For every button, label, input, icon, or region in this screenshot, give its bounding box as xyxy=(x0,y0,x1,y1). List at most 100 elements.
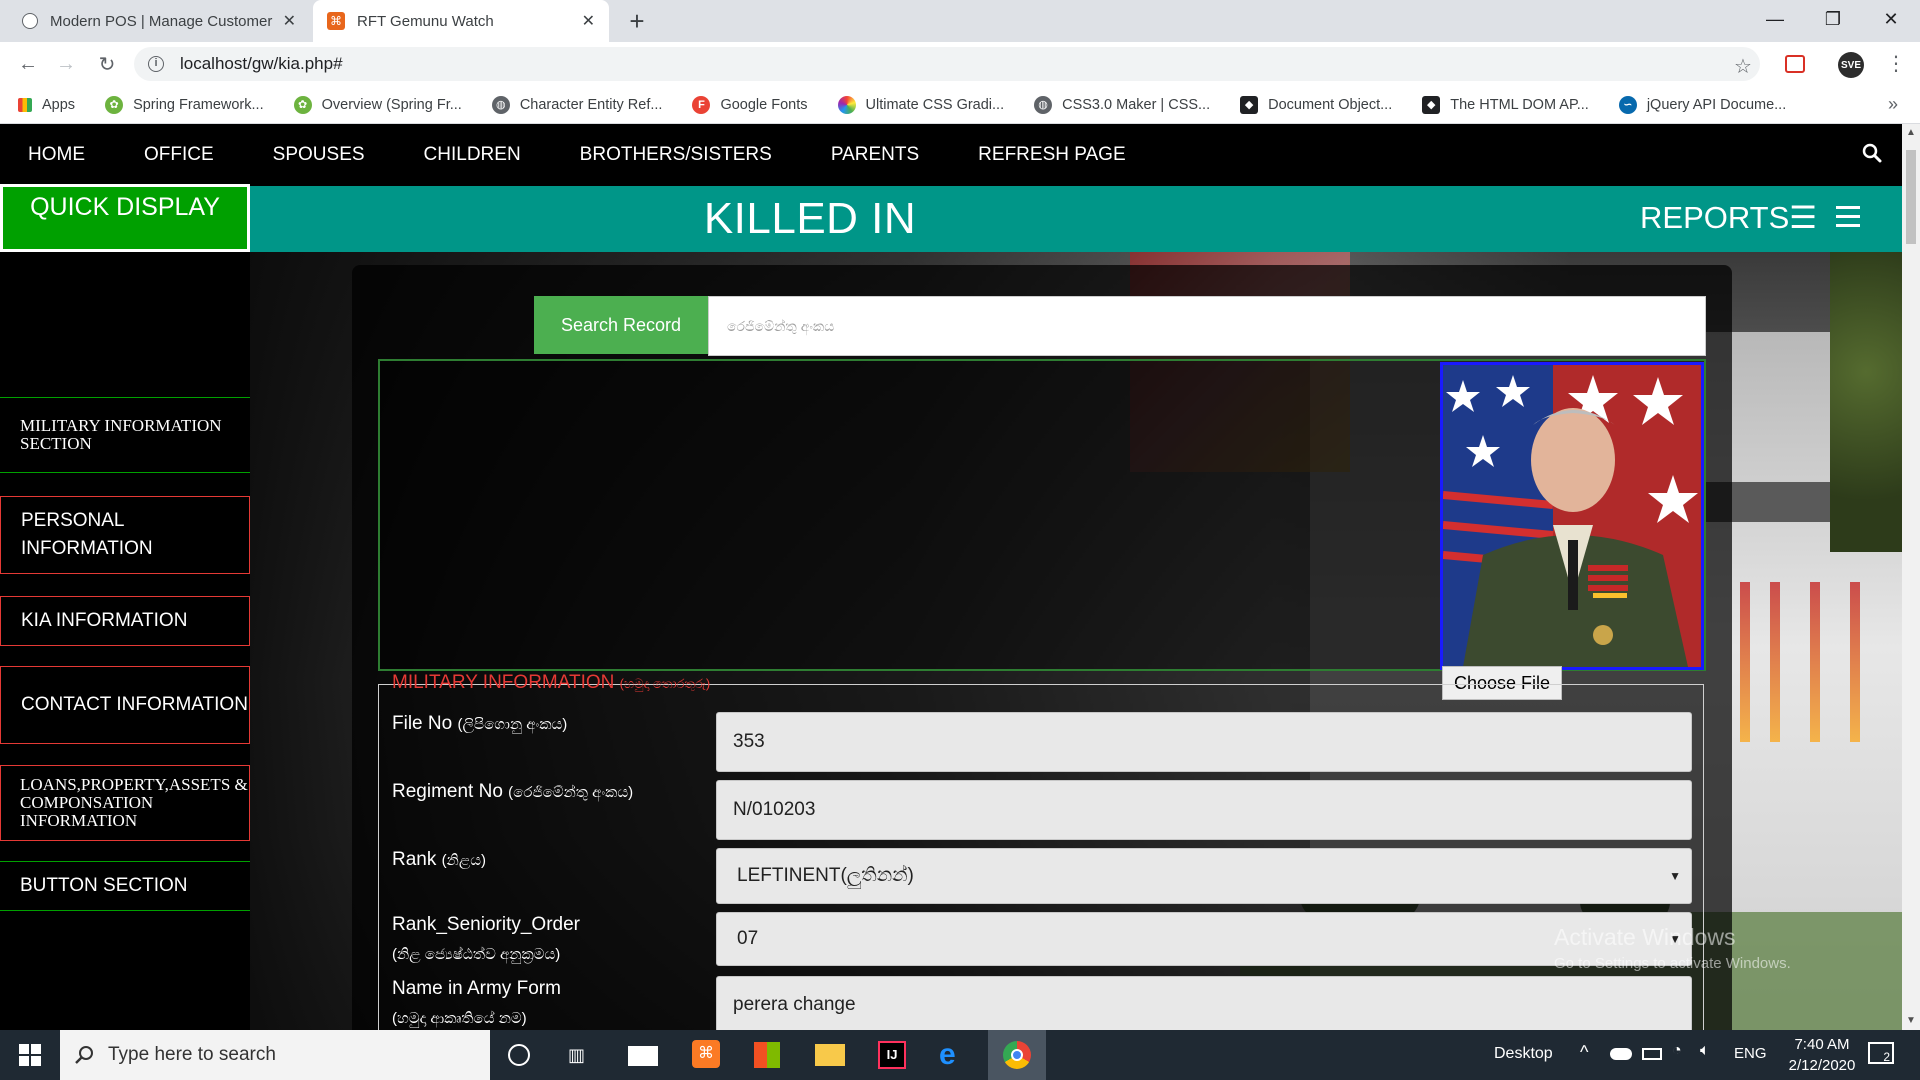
bookmark-item[interactable]: Ultimate CSS Gradi... xyxy=(837,95,1004,114)
restore-button[interactable]: ❐ xyxy=(1804,0,1862,38)
file-no-label: File No (ලිපිගොනු අංකය) xyxy=(392,710,567,739)
taskbar-search-box[interactable]: Type here to search xyxy=(60,1030,490,1080)
back-arrow-icon[interactable]: ← xyxy=(14,50,42,78)
forward-arrow-icon[interactable]: → xyxy=(52,50,80,78)
notification-center-icon[interactable]: 2 xyxy=(1868,1042,1894,1064)
sidebar-item-kia-info[interactable]: KIA INFORMATION xyxy=(0,596,250,646)
bookmark-item[interactable]: ✿ Overview (Spring Fr... xyxy=(293,95,462,114)
tab-rft-gemunu[interactable]: ⌘ RFT Gemunu Watch ✕ xyxy=(313,0,609,42)
reports-menu-button[interactable]: REPORTS☰ xyxy=(1640,200,1817,236)
browser-tabstrip: Modern POS | Manage Customer ✕ ⌘ RFT Gem… xyxy=(0,0,1920,42)
windows-start-icon[interactable] xyxy=(0,1030,60,1080)
rank-select[interactable]: LEFTINENT(ලුතිනන්) ▼ xyxy=(716,848,1692,904)
label-text: Name in Army Form xyxy=(392,978,561,999)
jquery-icon: ∽ xyxy=(1618,95,1637,114)
tab-modern-pos[interactable]: Modern POS | Manage Customer ✕ xyxy=(8,0,310,42)
file-no-input[interactable]: 353 xyxy=(716,712,1692,772)
scroll-down-arrow-icon[interactable]: ▼ xyxy=(1902,1012,1920,1030)
volume-icon[interactable]: 🔈︎ xyxy=(1700,1042,1710,1060)
spring-icon: ✿ xyxy=(293,95,312,114)
bookmark-item[interactable]: ◆ The HTML DOM AP... xyxy=(1422,95,1589,114)
browser-menu-icon[interactable]: ⋮ xyxy=(1886,52,1906,76)
label-text: Rank_Seniority_Order xyxy=(392,914,580,935)
bookmark-item[interactable]: ◍ CSS3.0 Maker | CSS... xyxy=(1034,95,1210,114)
close-window-button[interactable]: ✕ xyxy=(1862,0,1920,38)
bookmark-item[interactable]: ◍ Character Entity Ref... xyxy=(491,95,662,114)
scroll-up-arrow-icon[interactable]: ▲ xyxy=(1902,124,1920,142)
store-app-icon[interactable] xyxy=(754,1042,780,1068)
site-favicon-icon: ⌘ xyxy=(327,12,345,30)
bookmark-item[interactable]: ◆ Document Object... xyxy=(1240,95,1392,114)
spring-icon: ✿ xyxy=(105,95,124,114)
pocket-extension-icon[interactable] xyxy=(1785,55,1805,73)
globe-icon: ◍ xyxy=(1034,95,1053,114)
web-page: HOME OFFICE SPOUSES CHILDREN BROTHERS/SI… xyxy=(0,124,1902,1030)
nav-parents[interactable]: PARENTS xyxy=(831,144,919,166)
xampp-app-icon[interactable]: ⌘ xyxy=(692,1040,720,1068)
sidebar-item-contact-info[interactable]: CONTACT INFORMATION xyxy=(0,666,250,744)
desktop-toolbar-label[interactable]: Desktop xyxy=(1494,1045,1553,1063)
wifi-icon[interactable]: ◔ xyxy=(1672,1042,1682,1060)
regiment-search-input[interactable]: රෙජිමේන්තු අංකය xyxy=(708,296,1706,356)
profile-avatar[interactable]: SVE xyxy=(1838,52,1864,78)
watermark-subtitle: Go to Settings to activate Windows. xyxy=(1554,955,1791,972)
search-icon[interactable] xyxy=(1862,143,1882,163)
edge-browser-icon[interactable]: e xyxy=(939,1040,956,1070)
taskbar: Type here to search ▥ ⌘ IJ e Desktop ^ ◔… xyxy=(0,1030,1920,1080)
language-indicator[interactable]: ENG xyxy=(1734,1045,1767,1062)
mail-app-icon[interactable] xyxy=(628,1046,658,1066)
url-field[interactable]: i localhost/gw/kia.php# xyxy=(134,47,1760,81)
nav-brothers-sisters[interactable]: BROTHERS/SISTERS xyxy=(580,144,772,166)
close-tab-icon[interactable]: ✕ xyxy=(582,11,595,31)
apps-grid-icon xyxy=(18,97,32,112)
clock-date: 2/12/2020 xyxy=(1788,1057,1856,1074)
search-icon xyxy=(75,1046,93,1064)
bookmark-star-icon[interactable]: ☆ xyxy=(1734,54,1752,79)
reload-icon[interactable]: ↻ xyxy=(93,50,121,78)
bookmark-item[interactable]: Apps xyxy=(18,97,75,113)
page-banner: KILLED IN ACTION REPORTS☰ xyxy=(0,186,1902,293)
search-record-button[interactable]: Search Record xyxy=(534,296,708,354)
onedrive-icon[interactable] xyxy=(1610,1048,1632,1060)
nav-office[interactable]: OFFICE xyxy=(144,144,214,166)
regiment-no-input[interactable]: N/010203 xyxy=(716,780,1692,840)
rank-seniority-select[interactable]: 07 ▼ xyxy=(716,912,1692,966)
top-navigation: HOME OFFICE SPOUSES CHILDREN BROTHERS/SI… xyxy=(0,124,1902,186)
nav-children[interactable]: CHILDREN xyxy=(424,144,521,166)
dom-icon: ◆ xyxy=(1240,95,1259,114)
bookmark-item[interactable]: ∽ jQuery API Docume... xyxy=(1618,95,1786,114)
label-text-sinhala: (නිළ ජ්‍යෙෂ්ඨත්ව අනුක්‍රමය) xyxy=(392,946,561,963)
hamburger-menu-icon[interactable] xyxy=(1836,206,1860,228)
chrome-browser-icon[interactable] xyxy=(988,1030,1046,1080)
globe-icon: ◍ xyxy=(491,95,510,114)
bookmark-item[interactable]: ✿ Spring Framework... xyxy=(105,95,264,114)
bookmarks-overflow-button[interactable]: » xyxy=(1888,94,1898,115)
cortana-icon[interactable] xyxy=(508,1044,530,1066)
chevron-up-icon[interactable]: ^ xyxy=(1580,1042,1588,1063)
bookmark-label: Overview (Spring Fr... xyxy=(321,96,462,113)
scrollbar-thumb[interactable] xyxy=(1906,150,1916,244)
nav-refresh-page[interactable]: REFRESH PAGE xyxy=(978,144,1125,166)
info-icon[interactable]: i xyxy=(148,56,164,72)
battery-icon[interactable] xyxy=(1642,1048,1662,1060)
file-explorer-icon[interactable] xyxy=(815,1044,845,1066)
quick-display-button[interactable]: QUICK DISPLAY xyxy=(0,184,250,252)
nav-spouses[interactable]: SPOUSES xyxy=(273,144,365,166)
close-tab-icon[interactable]: ✕ xyxy=(283,11,296,31)
army-form-name-input[interactable]: perera change xyxy=(716,976,1692,1030)
minimize-button[interactable]: — xyxy=(1746,0,1804,38)
rank-selected-value: LEFTINENT(ලුතිනන්) xyxy=(737,865,914,886)
sidebar-item-military-info[interactable]: MILITARY INFORMATION SECTION xyxy=(0,397,250,473)
new-tab-button[interactable]: + xyxy=(622,6,652,36)
sidebar-item-personal-info[interactable]: PERSONAL INFORMATION xyxy=(0,496,250,574)
task-view-icon[interactable]: ▥ xyxy=(568,1044,590,1066)
sidebar-item-loans-property[interactable]: LOANS,PROPERTY,ASSETS & COMPONSATION INF… xyxy=(0,765,250,841)
chevron-down-icon: ▼ xyxy=(1669,869,1681,883)
nav-home[interactable]: HOME xyxy=(28,144,85,166)
rank-label: Rank (නිළය) xyxy=(392,846,486,875)
sidebar-item-button-section[interactable]: BUTTON SECTION xyxy=(0,861,250,911)
page-scrollbar[interactable]: ▲ ▼ xyxy=(1902,124,1920,1030)
clock[interactable]: 7:40 AM 2/12/2020 xyxy=(1774,1034,1870,1076)
intellij-app-icon[interactable]: IJ xyxy=(878,1041,906,1069)
bookmark-item[interactable]: F Google Fonts xyxy=(692,95,808,114)
